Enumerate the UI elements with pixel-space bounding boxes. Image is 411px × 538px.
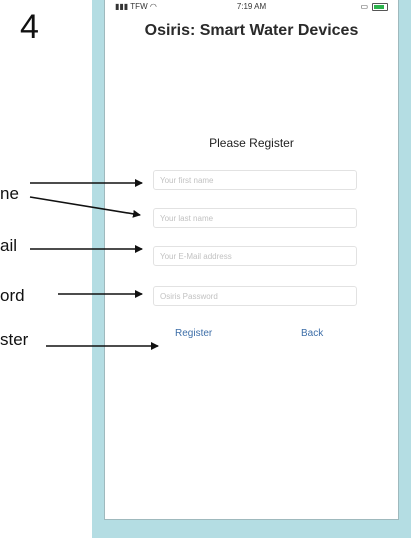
phone-screen: ▮▮▮ TFW ◠ 7:19 AM ▭ Osiris: Smart Water … bbox=[104, 0, 399, 520]
email-field[interactable] bbox=[153, 246, 357, 266]
status-time: 7:19 AM bbox=[236, 2, 267, 11]
annotation-first-name: ne bbox=[0, 184, 19, 203]
annotation-email: ail bbox=[0, 236, 18, 255]
annotation-password: ord bbox=[0, 286, 25, 305]
register-button[interactable]: Register bbox=[175, 328, 212, 339]
last-name-field[interactable] bbox=[153, 208, 357, 228]
form-title: Please Register bbox=[209, 136, 294, 150]
password-field[interactable] bbox=[153, 286, 357, 306]
app-title: Osiris: Smart Water Devices bbox=[144, 22, 359, 39]
status-right: ▭ bbox=[360, 2, 388, 11]
battery-icon bbox=[372, 2, 388, 11]
screen-mirror-icon: ▭ bbox=[360, 2, 368, 11]
step-number: 4 bbox=[20, 8, 39, 46]
first-name-field[interactable] bbox=[153, 170, 357, 190]
status-bar: ▮▮▮ TFW ◠ 7:19 AM ▭ bbox=[105, 0, 398, 14]
back-button[interactable]: Back bbox=[301, 328, 323, 339]
annotation-register: ster bbox=[0, 330, 29, 349]
battery-fill bbox=[374, 4, 384, 9]
